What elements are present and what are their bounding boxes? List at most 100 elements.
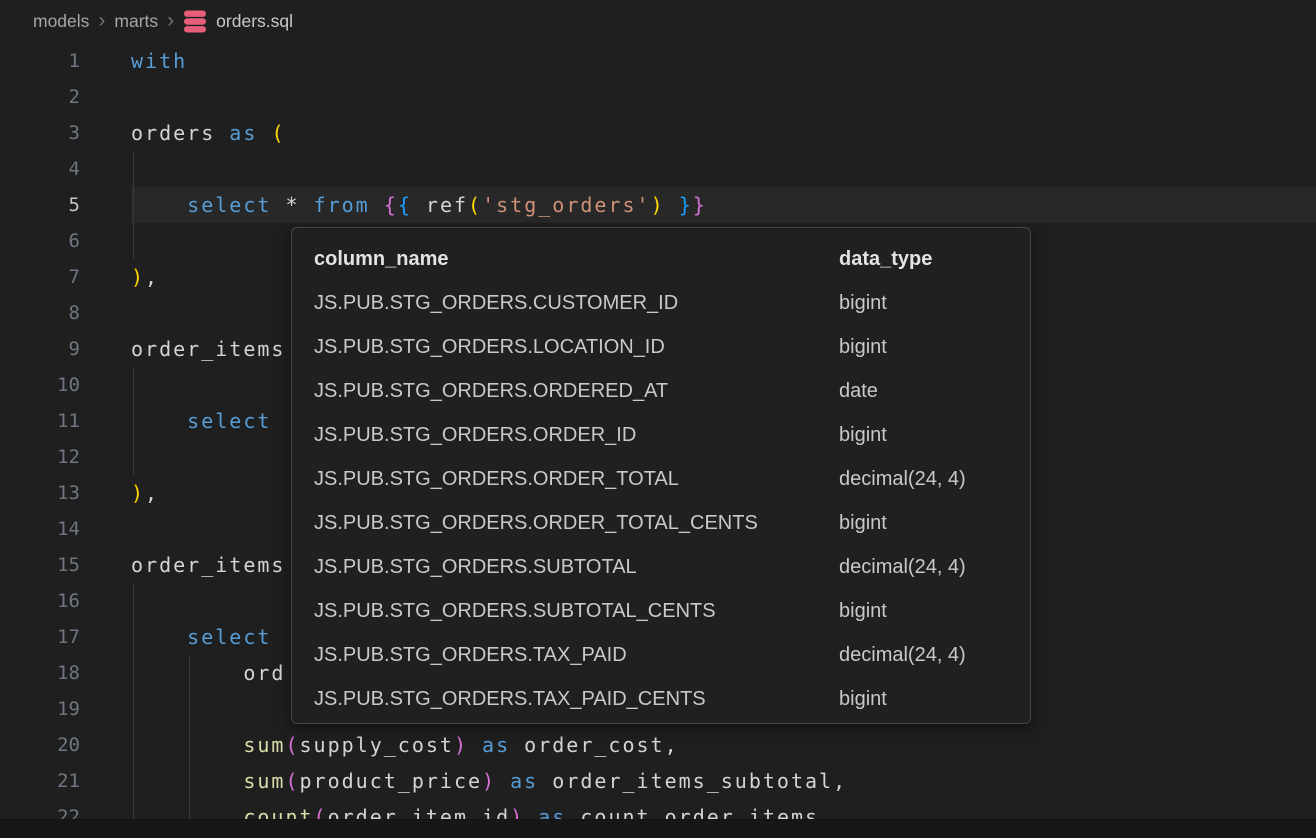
- indent-guide: [133, 691, 134, 727]
- code-content[interactable]: [131, 151, 1316, 187]
- code-line[interactable]: 21 sum(product_price) as order_items_sub…: [0, 763, 1316, 799]
- code-token: [131, 661, 243, 685]
- code-line[interactable]: 20 sum(supply_cost) as order_cost,: [0, 727, 1316, 763]
- code-line[interactable]: 3 orders as (: [0, 115, 1316, 151]
- indent-guide: [133, 367, 134, 403]
- code-token: [271, 193, 285, 217]
- tooltip-row: JS.PUB.STG_ORDERS.TAX_PAID_CENTSbigint: [292, 677, 1030, 721]
- line-number[interactable]: 16: [0, 583, 80, 619]
- indent-guide: [133, 187, 134, 223]
- data-type-cell: bigint: [839, 688, 1030, 711]
- line-number[interactable]: 15: [0, 547, 80, 583]
- data-type-cell: bigint: [839, 600, 1030, 623]
- code-token: sum: [243, 733, 285, 757]
- column-name-cell: JS.PUB.STG_ORDERS.TAX_PAID: [314, 644, 839, 667]
- code-token: ): [454, 733, 468, 757]
- line-number[interactable]: 13: [0, 475, 80, 511]
- code-token: orders: [131, 121, 215, 145]
- line-number[interactable]: 2: [0, 79, 80, 115]
- chevron-right-icon: ›: [98, 10, 105, 31]
- code-token: supply_cost: [300, 733, 454, 757]
- tooltip-header-row: column_name data_type: [292, 237, 1030, 281]
- line-number[interactable]: 8: [0, 295, 80, 331]
- indent-guide: [133, 727, 134, 763]
- line-number[interactable]: 7: [0, 259, 80, 295]
- breadcrumb-item-marts[interactable]: marts: [114, 11, 158, 32]
- line-number[interactable]: 21: [0, 763, 80, 799]
- code-token: ): [131, 481, 145, 505]
- code-token: (: [271, 121, 285, 145]
- indent-guide: [133, 403, 134, 439]
- code-content[interactable]: sum(product_price) as order_items_subtot…: [131, 763, 1316, 799]
- line-number[interactable]: 18: [0, 655, 80, 691]
- breadcrumb: models › marts › orders.sql: [0, 0, 1316, 43]
- column-name-cell: JS.PUB.STG_ORDERS.SUBTOTAL: [314, 556, 839, 579]
- tooltip-row: JS.PUB.STG_ORDERS.LOCATION_IDbigint: [292, 325, 1030, 369]
- code-token: ord: [243, 661, 285, 685]
- line-number[interactable]: 6: [0, 223, 80, 259]
- line-number[interactable]: 9: [0, 331, 80, 367]
- code-content[interactable]: orders as (: [131, 115, 1316, 151]
- code-token: [496, 769, 510, 793]
- code-line[interactable]: 4: [0, 151, 1316, 187]
- line-number[interactable]: 14: [0, 511, 80, 547]
- code-content[interactable]: sum(supply_cost) as order_cost,: [131, 727, 1316, 763]
- code-token: ): [651, 193, 665, 217]
- indent-guide: [133, 583, 134, 619]
- line-number[interactable]: 17: [0, 619, 80, 655]
- code-token: order_items: [131, 337, 285, 361]
- code-token: ): [131, 265, 145, 289]
- column-name-cell: JS.PUB.STG_ORDERS.ORDER_ID: [314, 424, 839, 447]
- indent-guide: [133, 763, 134, 799]
- code-token: [468, 733, 482, 757]
- column-name-cell: JS.PUB.STG_ORDERS.SUBTOTAL_CENTS: [314, 600, 839, 623]
- indent-guide: [133, 151, 134, 187]
- code-token: *: [285, 193, 299, 217]
- code-token: {: [384, 193, 398, 217]
- code-token: select: [187, 409, 271, 433]
- code-token: [131, 193, 187, 217]
- code-token: as: [482, 733, 510, 757]
- data-type-cell: decimal(24, 4): [839, 556, 1030, 579]
- breadcrumb-file-name[interactable]: orders.sql: [216, 11, 293, 32]
- data-type-cell: date: [839, 380, 1030, 403]
- data-type-cell: bigint: [839, 512, 1030, 535]
- breadcrumb-item-models[interactable]: models: [33, 11, 89, 32]
- code-token: 'stg_orders': [482, 193, 651, 217]
- code-token: [257, 121, 271, 145]
- code-content[interactable]: [131, 79, 1316, 115]
- data-type-cell: bigint: [839, 336, 1030, 359]
- code-token: [665, 193, 679, 217]
- code-token: select: [187, 193, 271, 217]
- column-name-cell: JS.PUB.STG_ORDERS.TAX_PAID_CENTS: [314, 688, 839, 711]
- code-line[interactable]: 5 select * from {{ ref('stg_orders') }}: [0, 187, 1316, 223]
- code-token: with: [131, 49, 187, 73]
- line-number[interactable]: 3: [0, 115, 80, 151]
- line-number[interactable]: 11: [0, 403, 80, 439]
- code-token: sum: [243, 769, 285, 793]
- indent-guide: [133, 223, 134, 259]
- code-token: [131, 409, 187, 433]
- line-number[interactable]: 10: [0, 367, 80, 403]
- line-number[interactable]: 4: [0, 151, 80, 187]
- data-type-cell: bigint: [839, 424, 1030, 447]
- code-token: as: [510, 769, 538, 793]
- code-token: [131, 733, 243, 757]
- code-line[interactable]: 1 with: [0, 43, 1316, 79]
- code-token: [215, 121, 229, 145]
- indent-guide: [133, 439, 134, 475]
- code-line[interactable]: 2: [0, 79, 1316, 115]
- code-token: [131, 769, 243, 793]
- column-info-tooltip: column_name data_type JS.PUB.STG_ORDERS.…: [291, 227, 1031, 724]
- line-number[interactable]: 19: [0, 691, 80, 727]
- line-number[interactable]: 20: [0, 727, 80, 763]
- code-content[interactable]: with: [131, 43, 1316, 79]
- indent-guide: [133, 619, 134, 655]
- line-number[interactable]: 1: [0, 43, 80, 79]
- indent-guide: [189, 655, 190, 691]
- line-number[interactable]: 12: [0, 439, 80, 475]
- column-name-cell: JS.PUB.STG_ORDERS.ORDERED_AT: [314, 380, 839, 403]
- tooltip-row: JS.PUB.STG_ORDERS.ORDER_IDbigint: [292, 413, 1030, 457]
- code-content[interactable]: select * from {{ ref('stg_orders') }}: [131, 187, 1316, 223]
- line-number[interactable]: 5: [0, 187, 80, 223]
